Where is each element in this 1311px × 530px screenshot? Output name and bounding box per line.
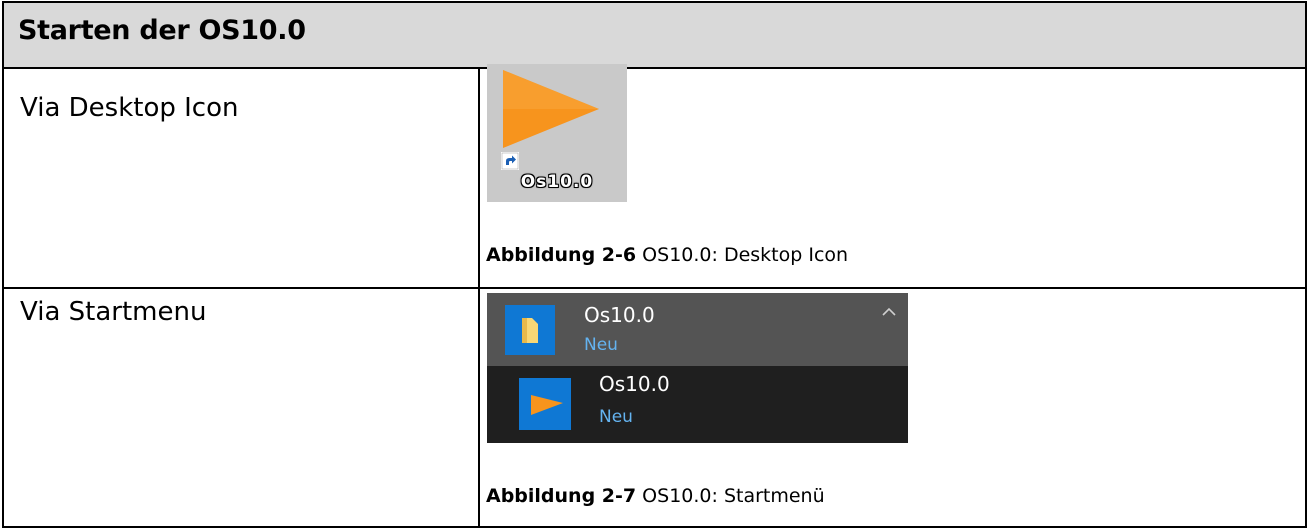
desktop-icon-screenshot[interactable]: Os10.0 <box>487 64 627 202</box>
caption-number: Abbildung 2-7 <box>486 485 637 507</box>
row-label-startmenu: Via Startmenu <box>20 297 207 327</box>
startmenu-app-item[interactable]: Os10.0 Neu <box>487 366 908 443</box>
folder-name: Os10.0 <box>584 303 655 327</box>
table-title: Starten der OS10.0 <box>18 15 306 46</box>
table-row-desktop: Via Desktop Icon Abbildung 2-6 OS10.0: D… <box>4 67 1305 289</box>
orange-triangle-app-icon <box>531 395 563 415</box>
column-divider <box>478 67 480 528</box>
app-tile <box>519 378 571 430</box>
startmenu-folder-item[interactable]: Os10.0 Neu <box>487 293 908 366</box>
caption-text: OS10.0: Startmenü <box>636 485 825 507</box>
row-label-desktop: Via Desktop Icon <box>20 93 239 123</box>
chevron-up-icon[interactable] <box>880 303 898 321</box>
startmenu-screenshot: Os10.0 Neu Os10.0 Neu <box>487 293 908 443</box>
figure-caption-desktop: Abbildung 2-6 OS10.0: Desktop Icon <box>486 244 848 266</box>
folder-tile <box>505 305 555 355</box>
caption-number: Abbildung 2-6 <box>486 244 637 266</box>
app-name: Os10.0 <box>599 372 670 396</box>
caption-text: OS10.0: Desktop Icon <box>636 244 849 266</box>
app-new-badge: Neu <box>599 407 633 427</box>
table-header: Starten der OS10.0 <box>4 3 1305 69</box>
shortcut-arrow-icon <box>501 152 519 170</box>
desktop-icon-label: Os10.0 <box>520 172 594 192</box>
folder-icon <box>522 318 538 343</box>
document-table: Starten der OS10.0 Via Desktop Icon Abbi… <box>2 1 1307 528</box>
figure-caption-startmenu: Abbildung 2-7 OS10.0: Startmenü <box>486 485 825 507</box>
folder-new-badge: Neu <box>584 335 618 355</box>
